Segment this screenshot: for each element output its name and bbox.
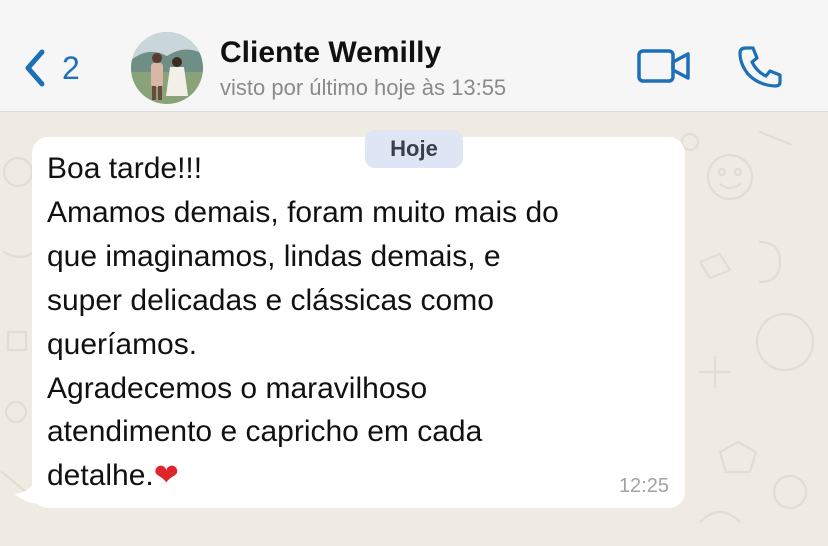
avatar-photo [131, 32, 203, 104]
message-line: super delicadas e clássicas como [47, 283, 494, 317]
video-camera-icon [637, 49, 690, 83]
back-button[interactable]: 2 [22, 44, 80, 92]
message-bubble[interactable]: Boa tarde!!! Amamos demais, foram muito … [32, 137, 685, 508]
video-call-button[interactable] [636, 46, 692, 91]
chat-header: 2 Cliente Wemilly visto por último hoje … [0, 0, 828, 112]
date-separator: Hoje [365, 130, 463, 168]
message-line: que imaginamos, lindas demais, e [47, 239, 501, 273]
message-line: detalhe.❤ [47, 454, 665, 498]
message-line-text: detalhe. [47, 459, 154, 493]
avatar[interactable] [131, 32, 203, 104]
message-line: Agradecemos o maravilhoso [47, 371, 428, 405]
message-text: Boa tarde!!! Amamos demais, foram muito … [47, 147, 665, 498]
message-line: Boa tarde!!! [47, 152, 203, 185]
contact-name[interactable]: Cliente Wemilly [220, 36, 441, 70]
last-seen-status: visto por último hoje às 13:55 [220, 75, 507, 100]
voice-call-button[interactable] [736, 44, 784, 95]
phone-icon [738, 46, 782, 88]
chevron-left-icon [25, 49, 45, 87]
heart-emoji: ❤ [153, 458, 179, 494]
message-timestamp: 12:25 [618, 475, 669, 497]
message-line: queríamos. [47, 327, 198, 361]
message-line: atendimento e capricho em cada [47, 415, 483, 449]
message-line: Amamos demais, foram muito mais do [47, 195, 559, 229]
unread-count: 2 [62, 50, 80, 86]
